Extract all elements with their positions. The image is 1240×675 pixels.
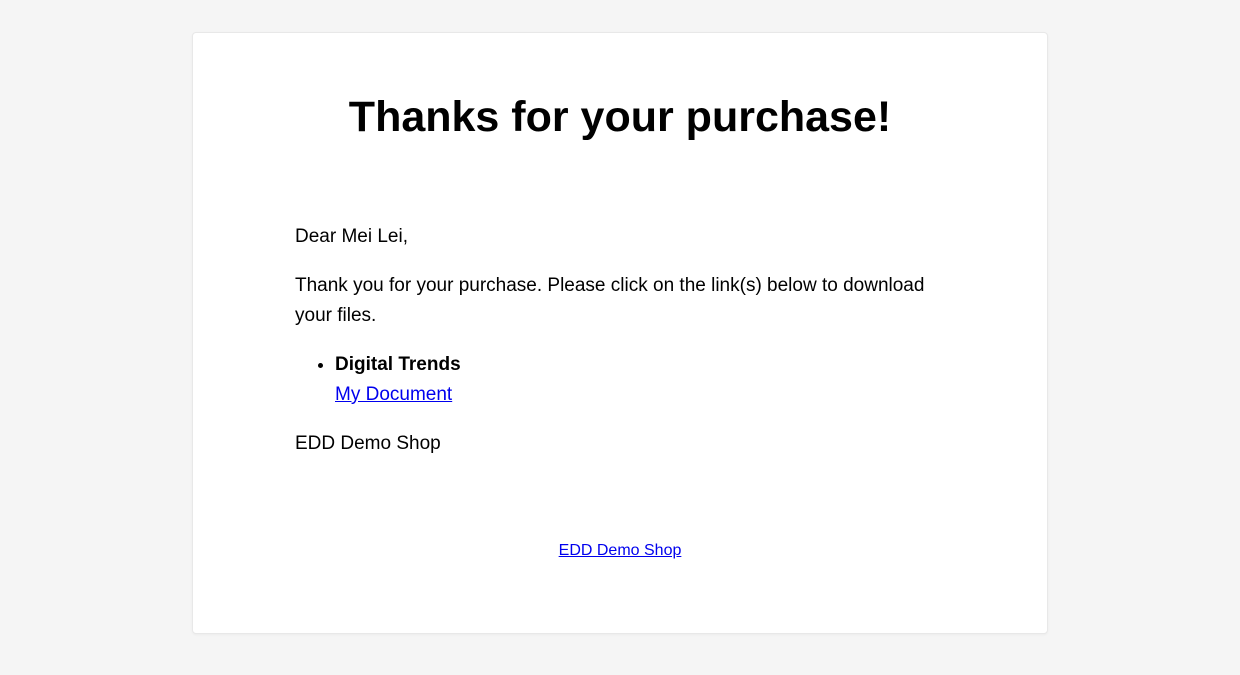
email-content: Dear Mei Lei, Thank you for your purchas… (295, 222, 945, 563)
email-card: Thanks for your purchase! Dear Mei Lei, … (192, 32, 1048, 634)
greeting-text: Dear Mei Lei, (295, 222, 945, 251)
footer-shop-link[interactable]: EDD Demo Shop (559, 542, 682, 559)
page-title: Thanks for your purchase! (243, 93, 997, 142)
product-name: Digital Trends (335, 354, 461, 375)
download-list: Digital Trends My Document (295, 350, 945, 409)
email-footer: EDD Demo Shop (295, 539, 945, 564)
download-item: Digital Trends My Document (335, 350, 945, 409)
message-text: Thank you for your purchase. Please clic… (295, 271, 945, 330)
signature-text: EDD Demo Shop (295, 429, 945, 458)
download-link[interactable]: My Document (335, 384, 452, 405)
